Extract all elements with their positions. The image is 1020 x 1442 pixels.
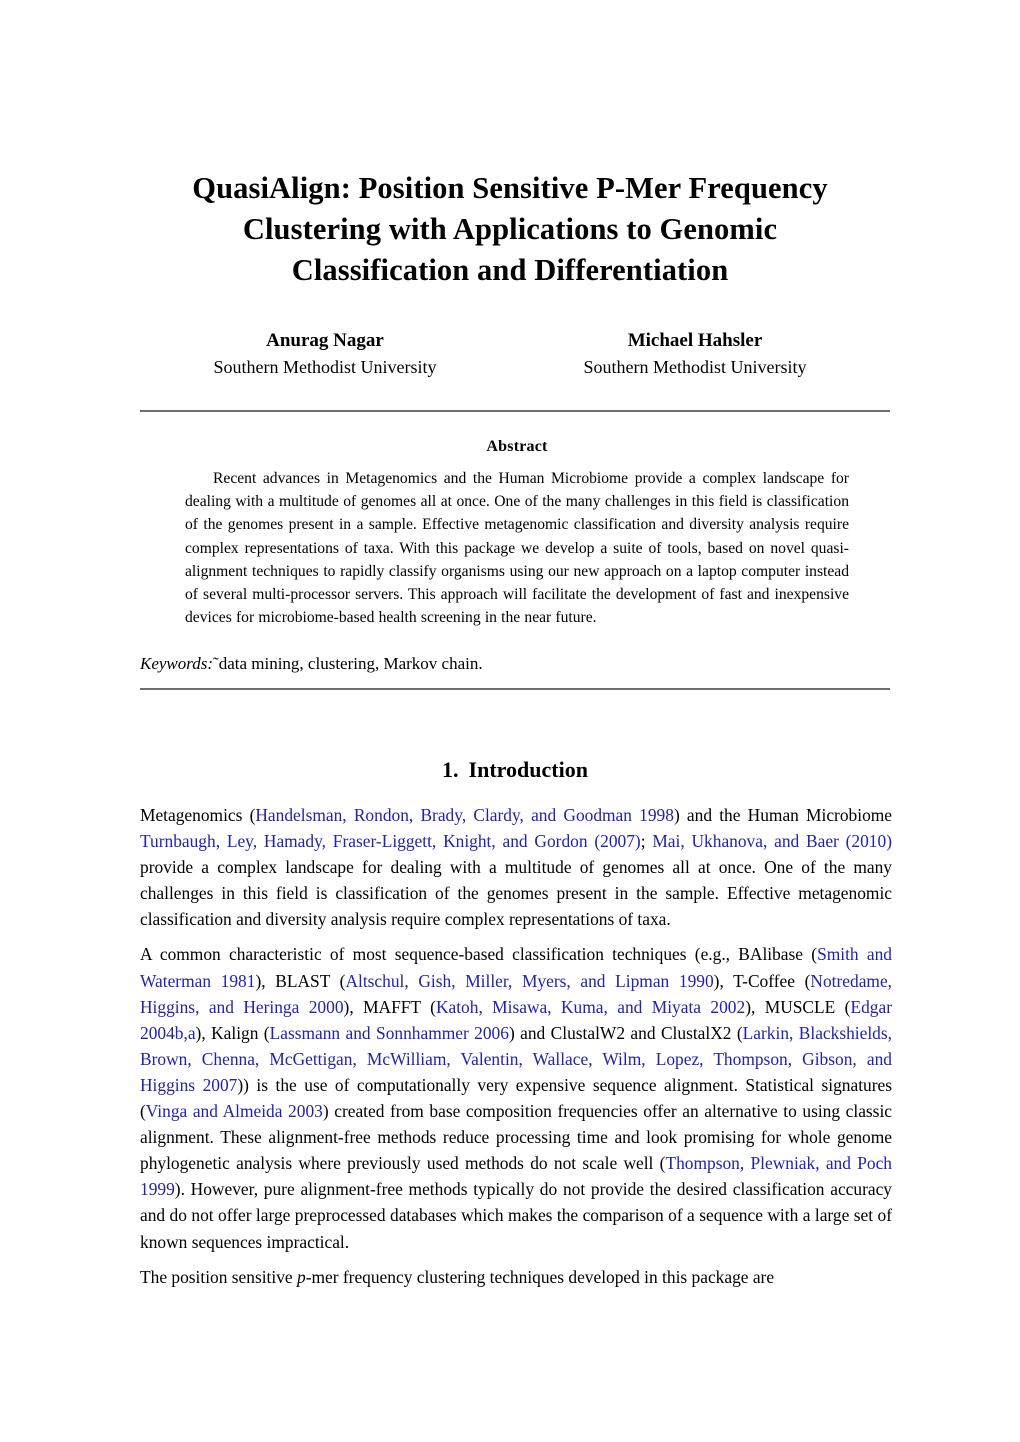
paragraph-3: The position sensitive p-mer frequency c… (140, 1264, 892, 1290)
body-text: ). However, pure alignment-free methods … (140, 1179, 892, 1252)
body-text: ), MUSCLE ( (745, 996, 851, 1017)
abstract-text: Recent advances in Metagenomics and the … (185, 470, 849, 627)
paper-page: QuasiAlign: Position Sensitive P-Mer Fre… (0, 0, 1020, 1442)
title-line-1: QuasiAlign: Position Sensitive P-Mer Fre… (192, 171, 828, 205)
body-text: The position sensitive (140, 1266, 297, 1287)
citation-link[interactable]: Mai, Ukhanova, and Baer (2010) (652, 831, 892, 851)
keywords-line: Keywords:˜data mining, clustering, Marko… (140, 652, 890, 676)
body-text: ), MAFFT ( (343, 996, 436, 1017)
abstract-bottom-rule (140, 688, 890, 690)
author-affiliation: Southern Methodist University (213, 357, 437, 377)
citation-link[interactable]: Vinga and Almeida 2003 (146, 1101, 323, 1121)
section-heading-introduction: 1. Introduction (140, 757, 890, 783)
paragraph-1: Metagenomics (Handelsman, Rondon, Brady,… (140, 802, 892, 932)
citation-link[interactable]: Handelsman, Rondon, Brady, Clardy, and G… (255, 805, 674, 825)
citation-link[interactable]: Altschul, Gish, Miller, Myers, and Lipma… (345, 971, 713, 991)
body-column: Metagenomics (Handelsman, Rondon, Brady,… (140, 802, 892, 1299)
title-line-2: Clustering with Applications to Genomic (242, 212, 778, 246)
title-line-3: Classification and Differentiation (291, 253, 729, 287)
body-text: A common characteristic of most sequence… (140, 944, 818, 965)
author-list: Anurag Nagar Southern Methodist Universi… (140, 328, 880, 380)
body-text: ), BLAST ( (255, 970, 346, 991)
section-title: Introduction (468, 757, 588, 782)
body-text: ), Kalign ( (195, 1022, 270, 1043)
body-text: ) and the Human Microbiome (673, 805, 893, 825)
abstract-heading: Abstract (486, 438, 548, 455)
keywords-value: data mining, clustering, Markov chain. (218, 654, 483, 673)
citation-link[interactable]: Lassmann and Sonnhammer 2006 (270, 1023, 509, 1043)
abstract-section: Abstract Recent advances in Metagenomics… (185, 438, 849, 629)
author-block-2: Michael Hahsler Southern Methodist Unive… (510, 328, 880, 380)
paragraph-2: A common characteristic of most sequence… (140, 941, 892, 1254)
body-text: ), T-Coffee ( (713, 970, 811, 991)
page-title: QuasiAlign: Position Sensitive P-Mer Fre… (140, 168, 880, 291)
emphasis-text: p (296, 1266, 306, 1287)
abstract-top-rule (140, 410, 890, 412)
author-block-1: Anurag Nagar Southern Methodist Universi… (140, 328, 510, 380)
author-name: Anurag Nagar (266, 330, 384, 351)
section-number: 1. (442, 757, 459, 782)
citation-link[interactable]: Katoh, Misawa, Kuma, and Miyata 2002 (436, 997, 745, 1017)
body-text: -mer frequency clustering techniques dev… (305, 1266, 775, 1287)
author-affiliation: Southern Methodist University (583, 357, 807, 377)
body-text: ; (640, 831, 653, 852)
author-name: Michael Hahsler (627, 330, 763, 351)
keywords-label: Keywords: (140, 654, 214, 673)
body-text: provide a complex landscape for dealing … (140, 857, 892, 930)
body-text: ) and ClustalW2 and ClustalX2 ( (508, 1022, 743, 1043)
body-text: Metagenomics ( (140, 805, 256, 825)
citation-link[interactable]: Turnbaugh, Ley, Hamady, Fraser-Liggett, … (140, 831, 641, 851)
